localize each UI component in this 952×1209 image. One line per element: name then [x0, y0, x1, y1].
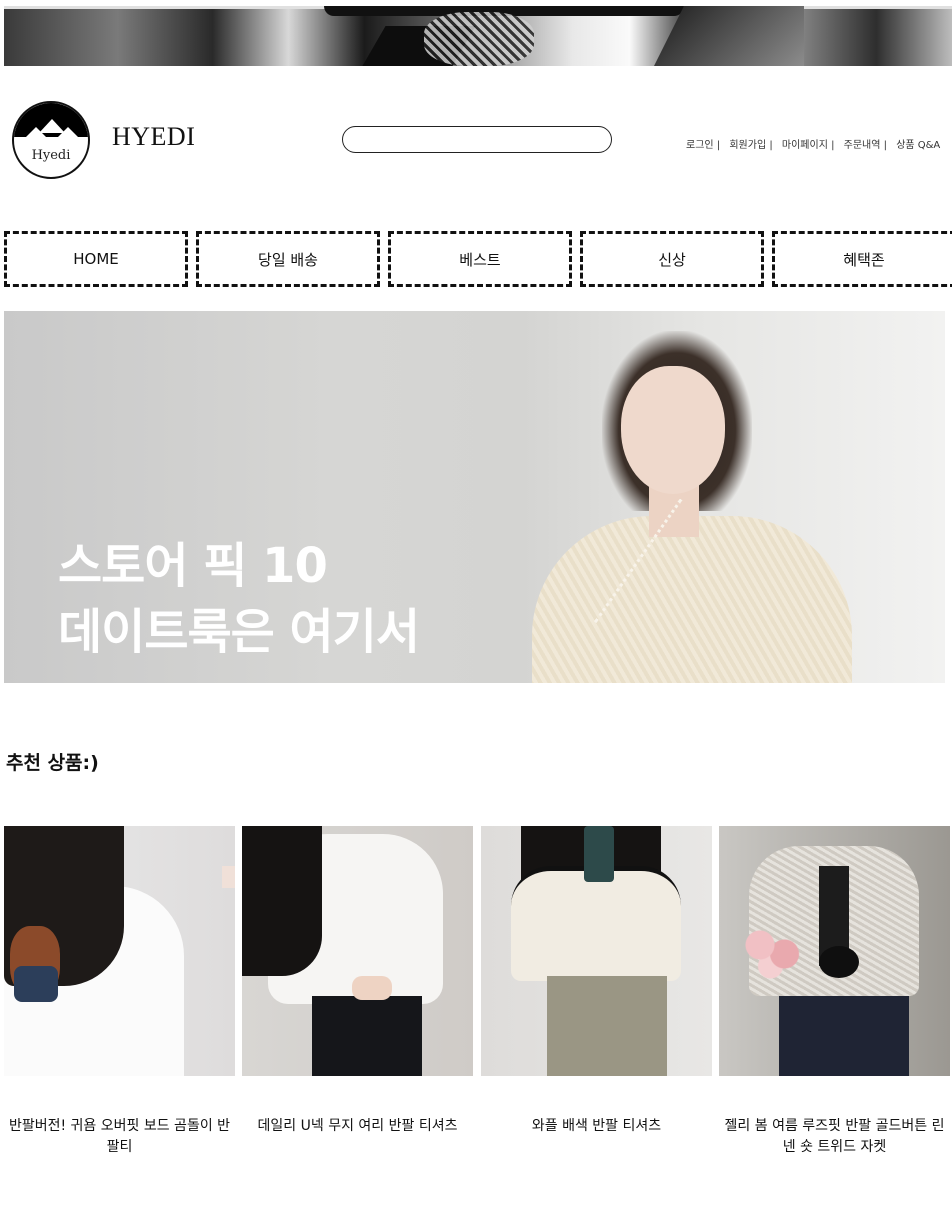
nav-benefits[interactable]: 혜택존 — [772, 231, 952, 287]
logo-wordmark: Hyedi — [31, 148, 71, 163]
orders-link[interactable]: 주문내역 | — [844, 136, 887, 151]
product-name[interactable]: 데일리 U넥 무지 여리 반팔 티셔츠 — [242, 1116, 473, 1137]
nav-home[interactable]: HOME — [4, 231, 188, 287]
top-banner-image — [4, 6, 952, 66]
product-qa-link[interactable]: 상품 Q&A — [896, 136, 940, 151]
product-name[interactable]: 와플 배색 반팔 티셔츠 — [481, 1116, 712, 1137]
hero-banner[interactable]: 스토어 픽 10 데이트룩은 여기서 — [4, 311, 945, 683]
product-card[interactable]: 와플 배색 반팔 티셔츠 — [481, 826, 712, 1134]
hero-line-2: 데이트룩은 여기서 — [58, 604, 420, 660]
product-name[interactable]: 반팔버전! 귀욤 오버핏 보드 곰돌이 반팔티 — [4, 1116, 235, 1158]
search-input[interactable] — [342, 126, 612, 153]
signup-link[interactable]: 회원가입 | — [729, 136, 772, 151]
mypage-link[interactable]: 마이페이지 | — [782, 136, 835, 151]
nav-same-day-delivery[interactable]: 당일 배송 — [196, 231, 380, 287]
nav-best[interactable]: 베스트 — [388, 231, 572, 287]
hero-line-1: 스토어 픽 10 — [58, 538, 328, 594]
product-card[interactable]: 젤리 봄 여름 루즈핏 반팔 골드버튼 린넨 숏 트위드 자켓 — [719, 826, 950, 1155]
product-image[interactable] — [481, 826, 712, 1076]
top-links: 로그인 | 회원가입 | 마이페이지 | 주문내역 | 상품 Q&A — [686, 136, 946, 151]
hero-copy: 스토어 픽 10 데이트룩은 여기서 — [58, 533, 420, 665]
product-card[interactable]: 데일리 U넥 무지 여리 반팔 티셔츠 — [242, 826, 473, 1134]
product-card[interactable]: 반팔버전! 귀욤 오버핏 보드 곰돌이 반팔티 — [4, 826, 235, 1155]
product-name[interactable]: 젤리 봄 여름 루즈핏 반팔 골드버튼 린넨 숏 트위드 자켓 — [719, 1116, 950, 1158]
product-image[interactable] — [719, 826, 950, 1076]
house-icon — [56, 127, 80, 139]
login-link[interactable]: 로그인 | — [686, 136, 720, 151]
nav-new[interactable]: 신상 — [580, 231, 764, 287]
product-image[interactable] — [242, 826, 473, 1076]
section-title: 추천 상품:) — [6, 752, 99, 774]
product-image[interactable] — [4, 826, 235, 1076]
logo[interactable]: Hyedi — [12, 101, 90, 179]
brand-name[interactable]: HYEDI — [112, 122, 195, 152]
